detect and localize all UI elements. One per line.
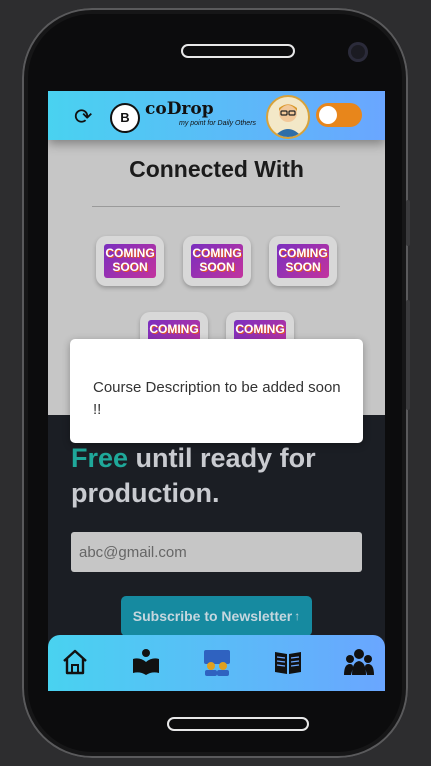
- arrow-up-icon: ↑: [294, 609, 301, 623]
- volume-button: [406, 200, 410, 246]
- theme-toggle[interactable]: [316, 103, 362, 127]
- tile-label: COMING: [105, 246, 155, 260]
- subscribe-label: Subscribe to Newsletter: [132, 608, 293, 624]
- home-icon[interactable]: [60, 647, 90, 677]
- bottom-nav: [48, 635, 385, 691]
- power-button: [406, 300, 410, 410]
- tile-label: COMING: [192, 246, 242, 260]
- avatar[interactable]: [266, 95, 310, 139]
- book-reader-icon[interactable]: [131, 647, 161, 677]
- subscribe-button[interactable]: Subscribe to Newsletter ↑: [121, 596, 312, 636]
- tile-label: COMING: [278, 246, 328, 260]
- brand-badge-icon[interactable]: B: [110, 103, 140, 133]
- community-icon[interactable]: [344, 647, 374, 677]
- tile-label: COMING: [235, 322, 285, 336]
- tile-label: SOON: [285, 260, 321, 274]
- top-header: ⟳ B coDrop my point for Daily Others: [48, 91, 385, 140]
- tile-label: COMING: [149, 322, 199, 336]
- tile-label: SOON: [112, 260, 148, 274]
- coming-soon-tile[interactable]: COMING SOON: [96, 236, 164, 286]
- speaker-grille: [181, 44, 295, 58]
- toggle-knob: [319, 106, 337, 124]
- coming-soon-tile[interactable]: COMING SOON: [269, 236, 337, 286]
- info-dialog[interactable]: Course Description to be added soon !!: [70, 339, 363, 443]
- email-field[interactable]: [71, 532, 362, 572]
- section-title: Connected With: [129, 156, 304, 182]
- classroom-icon[interactable]: [202, 647, 232, 677]
- logo-tagline: my point for Daily Others: [179, 120, 257, 127]
- tile-label: SOON: [199, 260, 235, 274]
- divider: [92, 206, 340, 207]
- hero-highlight: Free: [71, 443, 129, 473]
- refresh-icon[interactable]: ⟳: [74, 104, 92, 130]
- coming-soon-tile[interactable]: COMING SOON: [183, 236, 251, 286]
- home-indicator[interactable]: [167, 717, 309, 731]
- logo-text: coDrop: [145, 99, 214, 119]
- dialog-message: Course Description to be added soon !!: [93, 379, 341, 418]
- newspaper-icon[interactable]: [273, 647, 303, 677]
- app-logo[interactable]: coDrop my point for Daily Others: [145, 99, 257, 133]
- front-camera: [348, 42, 368, 62]
- hero-heading: Free until ready for production.: [71, 441, 371, 511]
